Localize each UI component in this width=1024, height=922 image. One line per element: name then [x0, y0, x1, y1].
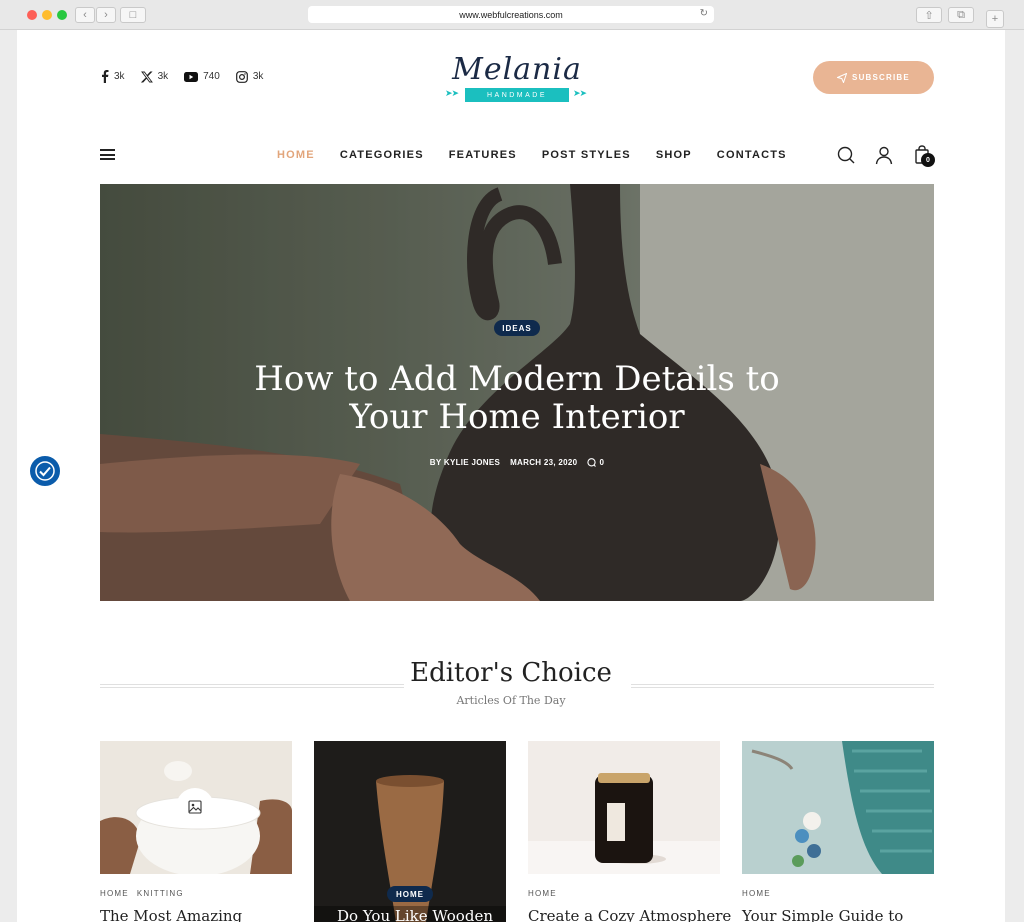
nav-contacts[interactable]: CONTACTS — [717, 149, 787, 161]
post-card-image[interactable] — [528, 741, 720, 874]
candle-jar-image — [528, 741, 720, 874]
x-twitter-icon — [140, 71, 153, 82]
post-category[interactable]: KNITTING — [137, 889, 184, 898]
share-icon[interactable]: ⇧ — [916, 7, 942, 23]
nav-features[interactable]: FEATURES — [449, 149, 517, 161]
minimize-window-button[interactable] — [42, 10, 52, 20]
hero-date: MARCH 23, 2020 — [510, 458, 578, 467]
youtube-icon — [184, 71, 199, 82]
back-button[interactable]: ‹ — [75, 7, 95, 23]
post-card-image[interactable] — [100, 741, 292, 874]
post-card-categories: HOME — [742, 889, 771, 898]
maximize-window-button[interactable] — [57, 10, 67, 20]
post-card-category-badge[interactable]: HOME — [387, 886, 433, 902]
window-margin-right — [1005, 30, 1024, 922]
hero-comment-count: 0 — [599, 458, 605, 467]
new-tab-button[interactable]: + — [986, 10, 1004, 28]
nav-categories[interactable]: CATEGORIES — [340, 149, 424, 161]
post-card[interactable]: HOME Your Simple Guide to — [742, 741, 934, 922]
logo-tagline: HANDMADE — [465, 88, 569, 102]
window-margin-left — [0, 30, 17, 922]
facebook-icon — [102, 70, 109, 83]
post-card[interactable]: HOME Create a Cozy Atmosphere — [528, 741, 731, 922]
reload-icon[interactable]: ↻ — [700, 8, 708, 19]
comment-icon — [587, 458, 597, 467]
address-bar-url: www.webfulcreations.com — [459, 9, 563, 20]
instagram-icon — [235, 70, 248, 83]
address-bar[interactable]: www.webfulcreations.com ↻ — [308, 6, 714, 23]
post-category[interactable]: HOME — [528, 889, 557, 898]
image-icon — [188, 800, 202, 814]
browser-toolbar: ‹ › □ www.webfulcreations.com ↻ ⇧ ⧉ + — [0, 0, 1024, 30]
post-card-title[interactable]: The Most Amazing — [100, 907, 300, 922]
post-card-categories: HOME KNITTING — [100, 889, 184, 898]
post-card[interactable]: HOME KNITTING The Most Amazing — [100, 741, 292, 922]
hero-featured-post[interactable]: IDEAS How to Add Modern Details to Your … — [100, 184, 934, 601]
ribbon-arrow-left-icon: ➤➤ — [445, 88, 459, 98]
nav-home[interactable]: HOME — [277, 149, 315, 161]
web-page: 3k 3k 740 3k Melania ➤➤ HANDMADE ➤➤ SUBS… — [17, 30, 1005, 922]
ribbon-arrow-right-icon: ➤➤ — [573, 88, 587, 98]
youtube-count: 740 — [203, 71, 220, 82]
facebook-count: 3k — [114, 71, 125, 82]
search-icon[interactable] — [836, 145, 856, 165]
menu-hamburger-icon[interactable] — [100, 149, 115, 160]
cart-count-badge: 0 — [921, 153, 935, 167]
section-subtitle: Articles Of The Day — [456, 694, 566, 707]
hero-comments[interactable]: 0 — [587, 458, 604, 467]
forward-button[interactable]: › — [96, 7, 116, 23]
social-youtube[interactable]: 740 — [184, 71, 220, 82]
post-card-title[interactable]: Do You Like Wooden — [337, 907, 537, 922]
hero-author[interactable]: BY KYLIE JONES — [430, 458, 500, 467]
paper-plane-icon — [837, 72, 848, 83]
hero-title-line-2: Your Home Interior — [349, 397, 685, 437]
social-x[interactable]: 3k — [140, 71, 169, 83]
nav-post-styles[interactable]: POST STYLES — [542, 149, 631, 161]
post-category[interactable]: HOME — [742, 889, 771, 898]
user-icon[interactable] — [874, 145, 894, 165]
gallery-format-badge — [176, 788, 214, 826]
nav-shop[interactable]: SHOP — [656, 149, 692, 161]
accessibility-widget-button[interactable] — [28, 454, 62, 488]
site-logo[interactable]: Melania ➤➤ HANDMADE ➤➤ — [427, 52, 607, 108]
knitting-flowers-image — [742, 741, 934, 874]
instagram-count: 3k — [252, 71, 264, 82]
logo-wordmark: Melania — [452, 52, 582, 87]
post-card-title[interactable]: Your Simple Guide to — [742, 907, 942, 922]
post-category[interactable]: HOME — [100, 889, 129, 898]
subscribe-button[interactable]: SUBSCRIBE — [813, 61, 934, 94]
post-card-image[interactable] — [742, 741, 934, 874]
accessibility-icon — [35, 461, 55, 481]
social-links: 3k 3k 740 3k — [101, 70, 263, 83]
post-card-title[interactable]: Create a Cozy Atmosphere — [528, 907, 731, 922]
main-nav: HOME CATEGORIES FEATURES POST STYLES SHO… — [277, 149, 787, 161]
tabs-icon[interactable]: ⧉ — [948, 7, 974, 23]
hero-meta: BY KYLIE JONES MARCH 23, 2020 0 — [100, 458, 934, 467]
subscribe-label: SUBSCRIBE — [852, 73, 910, 82]
hero-title[interactable]: How to Add Modern Details to Your Home I… — [100, 360, 934, 436]
post-card-categories: HOME — [528, 889, 557, 898]
social-facebook[interactable]: 3k — [101, 70, 125, 83]
x-count: 3k — [157, 71, 169, 82]
hero-category-badge[interactable]: IDEAS — [494, 320, 540, 336]
close-window-button[interactable] — [27, 10, 37, 20]
social-instagram[interactable]: 3k — [235, 70, 264, 83]
sidebar-toggle-icon[interactable]: □ — [120, 7, 146, 23]
hero-title-line-1: How to Add Modern Details to — [254, 359, 780, 399]
section-title: Editor's Choice — [410, 658, 612, 688]
post-card[interactable]: HOME Do You Like Wooden — [314, 741, 506, 922]
